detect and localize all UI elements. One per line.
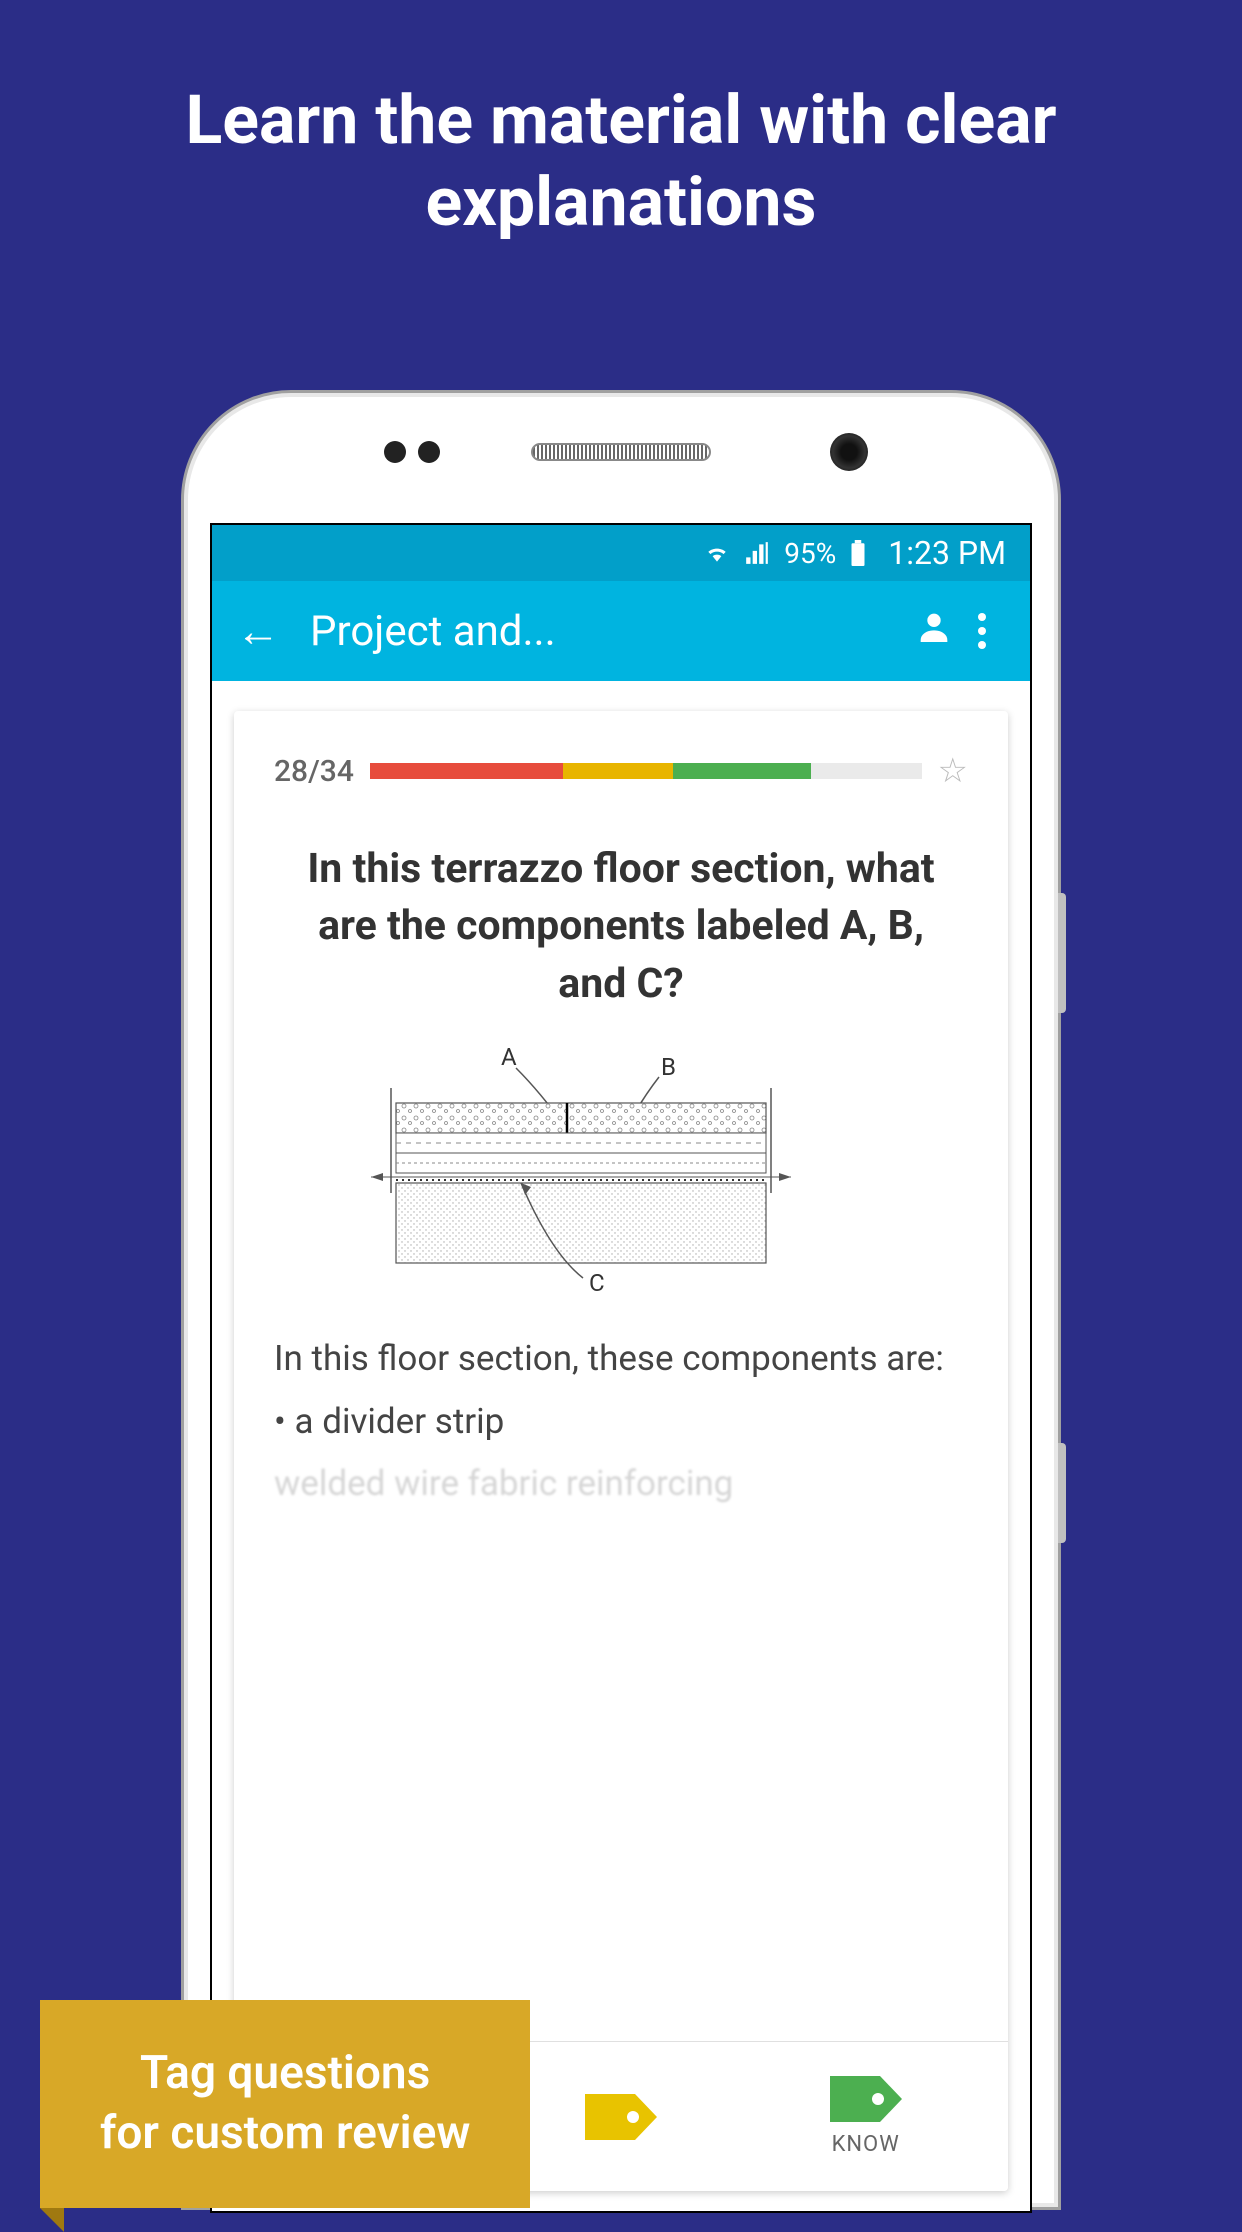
- phone-side-button: [1058, 1443, 1066, 1543]
- battery-icon: [850, 540, 866, 566]
- question-text: In this terrazzo floor section, what are…: [274, 841, 968, 1013]
- phone-bezel-top: [184, 393, 1058, 523]
- phone-mockup: 95% 1:23 PM ← Project and... 28/34 ☆: [181, 390, 1061, 2210]
- tag-button-know[interactable]: KNOW: [830, 2076, 902, 2157]
- tag-label-know: KNOW: [832, 2132, 900, 2157]
- phone-side-button: [1058, 893, 1066, 1013]
- back-button[interactable]: ←: [236, 605, 280, 657]
- app-bar: ← Project and...: [212, 581, 1030, 681]
- overflow-menu-button[interactable]: [958, 613, 1006, 649]
- progress-segment-yellow: [563, 763, 673, 779]
- progress-bar: [370, 763, 922, 779]
- battery-percent: 95%: [784, 537, 836, 570]
- answer-body: In this floor section, these components …: [274, 1333, 968, 1511]
- progress-segment-red: [370, 763, 563, 779]
- tag-icon: [585, 2094, 657, 2140]
- profile-button[interactable]: [910, 607, 958, 656]
- signal-icon: [744, 540, 770, 566]
- answer-bullet-1: • a divider strip: [274, 1396, 968, 1449]
- phone-camera: [830, 433, 868, 471]
- tag-button-yellow[interactable]: [585, 2094, 657, 2140]
- svg-text:A: A: [501, 1043, 517, 1071]
- marketing-headline: Learn the material with clear explanatio…: [0, 0, 1242, 243]
- answer-intro: In this floor section, these components …: [274, 1333, 968, 1386]
- status-bar: 95% 1:23 PM: [212, 525, 1030, 581]
- svg-text:B: B: [661, 1053, 676, 1081]
- card-header: 28/34 ☆: [274, 751, 968, 791]
- progress-segment-green: [673, 763, 811, 779]
- favorite-button[interactable]: ☆: [938, 751, 968, 791]
- page-title: Project and...: [310, 607, 910, 656]
- answer-bullet-2-partial: welded wire fabric reinforcing: [274, 1458, 968, 1511]
- marketing-callout: Tag questionsfor custom review: [40, 2000, 530, 2208]
- question-diagram: A B: [341, 1043, 901, 1303]
- tag-icon: [830, 2076, 902, 2122]
- flashcard: 28/34 ☆ In this terrazzo floor section, …: [234, 711, 1008, 2191]
- person-icon: [914, 607, 954, 647]
- phone-screen: 95% 1:23 PM ← Project and... 28/34 ☆: [210, 523, 1032, 2213]
- svg-text:C: C: [589, 1269, 605, 1297]
- phone-speaker: [531, 443, 711, 461]
- progress-counter: 28/34: [274, 754, 354, 789]
- clock-text: 1:23 PM: [888, 534, 1006, 572]
- phone-sensors: [384, 441, 440, 463]
- wifi-icon: [704, 540, 730, 566]
